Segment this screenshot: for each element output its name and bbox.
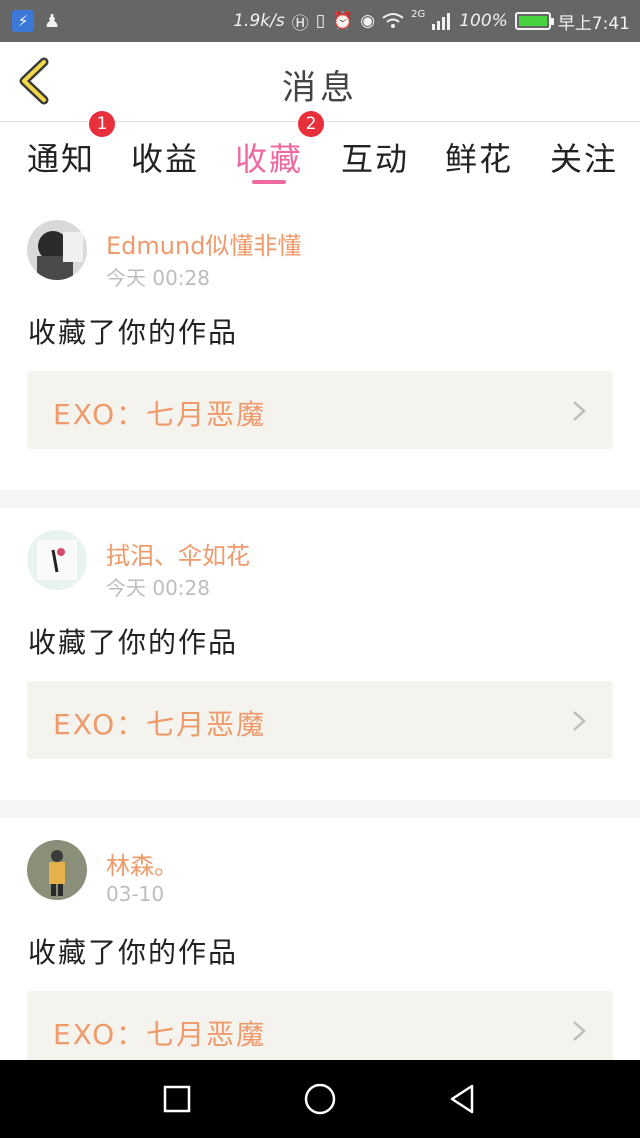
action-text: 收藏了你的作品 xyxy=(28,936,239,969)
chevron-right-icon xyxy=(573,711,586,731)
recent-apps-button[interactable] xyxy=(156,1078,198,1120)
tab-follows[interactable]: 关注 xyxy=(550,134,618,184)
system-back-button[interactable] xyxy=(442,1078,484,1120)
tab-favorites-badge: 2 xyxy=(298,111,324,137)
status-bar: ⚡ ♟ 1.9k/s Ⓗ ▯ ⏰ ◉ 2G 100% 早上7:41 xyxy=(0,0,640,42)
work-card[interactable]: EXO：七月恶魔 xyxy=(27,681,613,759)
clock: 早上7:41 xyxy=(557,13,630,34)
divider xyxy=(0,800,640,818)
tab-label: 鲜花 xyxy=(445,140,514,178)
tab-bar: 通知 1 收益 收藏 2 互动 鲜花 关注 xyxy=(0,111,640,198)
action-text: 收藏了你的作品 xyxy=(28,626,239,659)
vibrate-icon: ▯ xyxy=(315,11,326,31)
wifi-icon xyxy=(382,12,404,30)
app-header: 消息 xyxy=(0,42,640,122)
avatar[interactable] xyxy=(27,840,87,900)
work-title: EXO：七月恶魔 xyxy=(53,398,267,431)
timestamp: 今天 00:28 xyxy=(106,576,210,600)
work-card[interactable]: EXO：七月恶魔 xyxy=(27,371,613,449)
chevron-right-icon xyxy=(573,1021,586,1041)
flash-icon: ⚡ xyxy=(12,10,34,32)
triangle-back-icon xyxy=(450,1084,474,1114)
tab-notifications-badge: 1 xyxy=(89,111,115,137)
tab-label: 互动 xyxy=(341,140,410,178)
page-title: 消息 xyxy=(282,68,358,108)
user-name[interactable]: 林森。 xyxy=(106,846,178,881)
battery-percent: 100% xyxy=(459,11,508,31)
action-text: 收藏了你的作品 xyxy=(28,316,239,349)
tab-label: 收益 xyxy=(131,140,200,178)
status-right: 1.9k/s Ⓗ ▯ ⏰ ◉ 2G 100% 早上7:41 xyxy=(233,9,630,34)
work-card[interactable]: EXO：七月恶魔 xyxy=(27,991,613,1069)
active-tab-indicator xyxy=(252,180,286,184)
system-nav-bar xyxy=(0,1060,640,1138)
avatar[interactable] xyxy=(27,530,87,590)
hd-icon: Ⓗ xyxy=(291,13,309,34)
circle-icon xyxy=(304,1083,336,1115)
tab-earnings[interactable]: 收益 xyxy=(131,134,199,184)
alarm-icon: ⏰ xyxy=(332,11,354,31)
status-left: ⚡ ♟ xyxy=(12,10,60,32)
tab-notifications[interactable]: 通知 xyxy=(27,134,95,184)
battery-fill xyxy=(518,16,547,26)
work-title: EXO：七月恶魔 xyxy=(53,708,267,741)
tab-flowers[interactable]: 鲜花 xyxy=(445,134,513,184)
signal-icon xyxy=(432,12,452,30)
list-item: Edmund似懂非懂 今天 00:28 收藏了你的作品 EXO：七月恶魔 xyxy=(0,198,640,490)
square-icon xyxy=(163,1085,191,1113)
network-speed: 1.9k/s xyxy=(233,11,285,31)
tab-favorites[interactable]: 收藏 xyxy=(235,134,303,184)
avatar[interactable] xyxy=(27,220,87,280)
chevron-right-icon xyxy=(573,401,586,421)
divider xyxy=(0,490,640,508)
message-list: Edmund似懂非懂 今天 00:28 收藏了你的作品 EXO：七月恶魔 拭泪、… xyxy=(0,198,640,1110)
timestamp: 今天 00:28 xyxy=(106,266,210,290)
timestamp: 03-10 xyxy=(106,882,165,906)
home-button[interactable] xyxy=(299,1078,341,1120)
list-item: 拭泪、伞如花 今天 00:28 收藏了你的作品 EXO：七月恶魔 xyxy=(0,508,640,800)
user-name[interactable]: 拭泪、伞如花 xyxy=(106,536,250,571)
tab-label: 收藏 xyxy=(235,140,304,178)
battery-icon xyxy=(514,12,554,30)
work-title: EXO：七月恶魔 xyxy=(53,1018,267,1051)
tab-interactions[interactable]: 互动 xyxy=(341,134,409,184)
user-name[interactable]: Edmund似懂非懂 xyxy=(106,226,301,261)
tab-label: 关注 xyxy=(550,140,619,178)
app-notification-icon: ♟ xyxy=(44,10,61,32)
network-type: 2G xyxy=(411,9,426,20)
eye-icon: ◉ xyxy=(360,11,376,31)
tab-label: 通知 xyxy=(27,140,96,178)
